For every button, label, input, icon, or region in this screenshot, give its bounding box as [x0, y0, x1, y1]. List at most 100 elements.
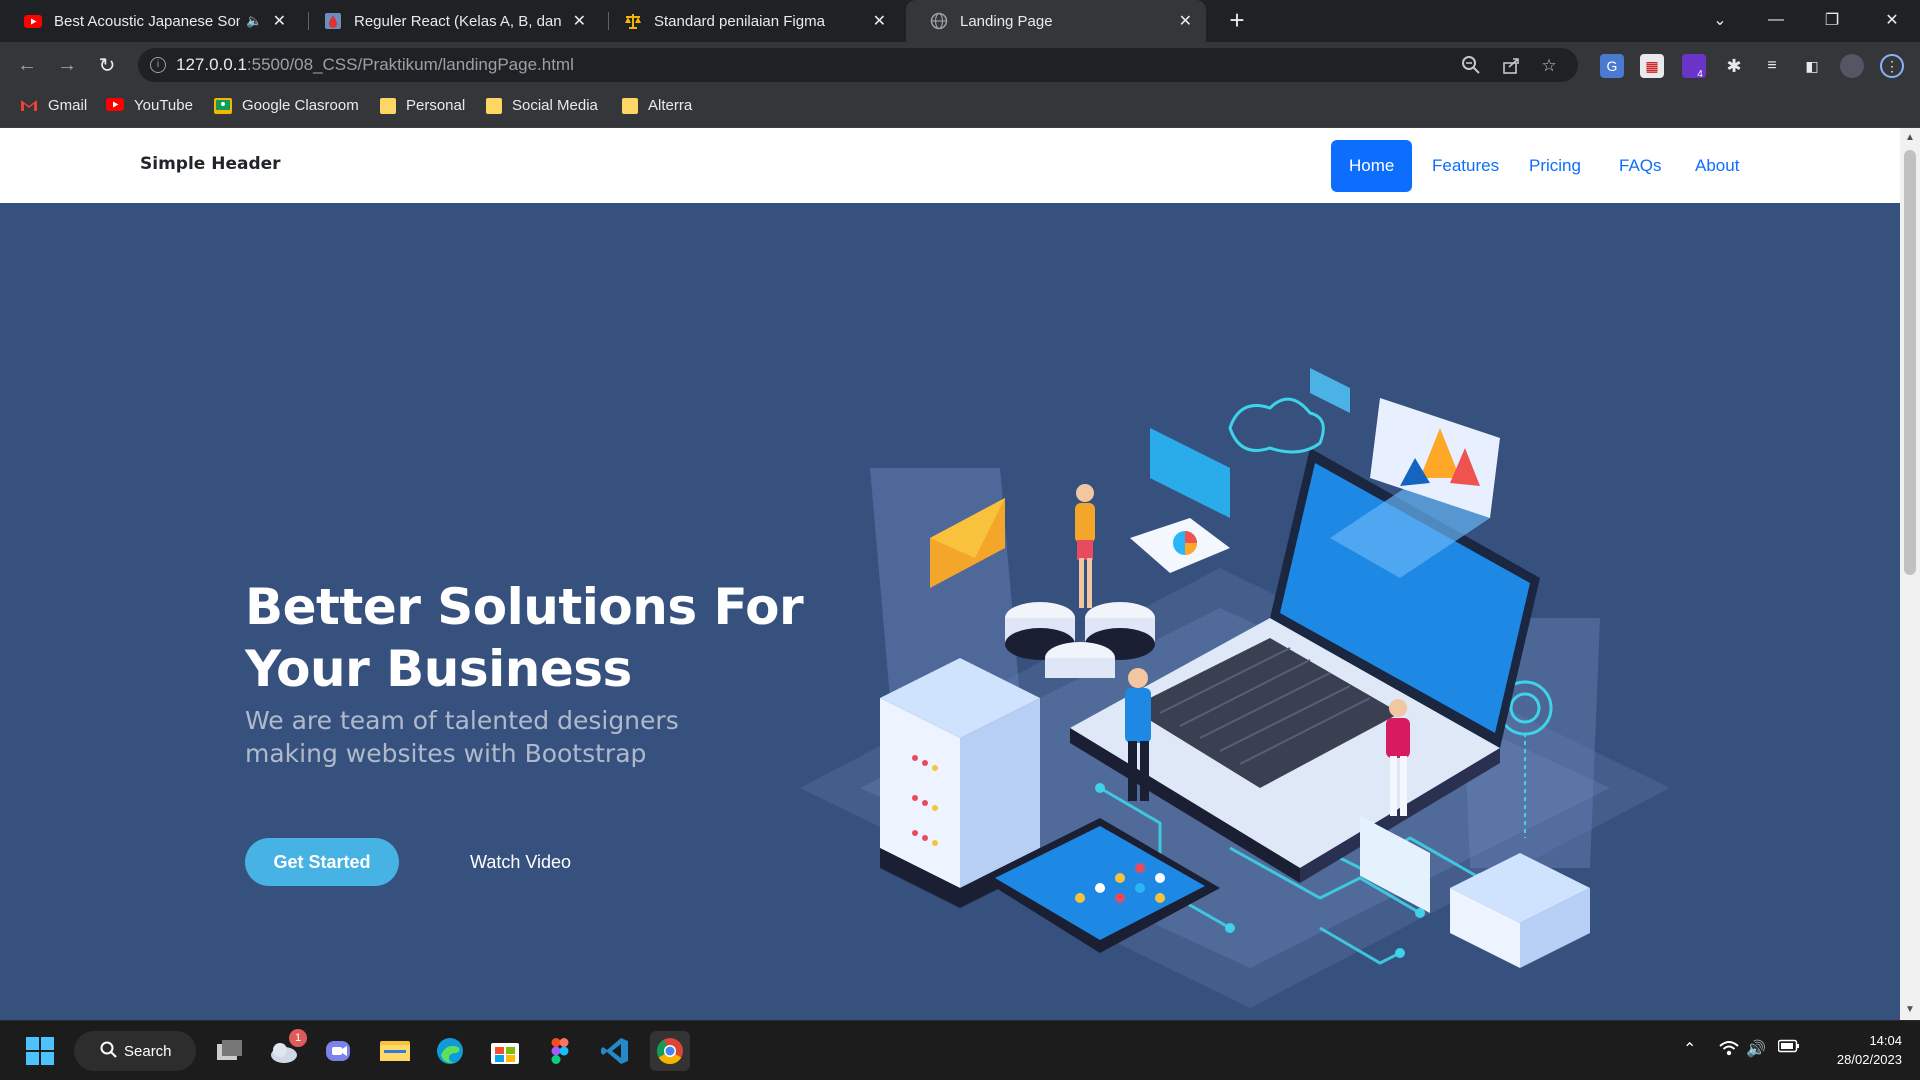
tab-search-icon[interactable]: ⌄: [1692, 0, 1748, 40]
bookmark-label: Google Clasroom: [242, 97, 359, 114]
taskbar: Search 1 ⌃ 🔊 14:04 28/02/2023: [0, 1020, 1920, 1080]
bookmark-label: Alterra: [648, 97, 693, 114]
bookmark-personal[interactable]: Personal: [380, 97, 465, 114]
minimize-button[interactable]: —: [1748, 0, 1804, 40]
watch-video-link[interactable]: Watch Video: [470, 850, 571, 874]
taskbar-clock[interactable]: 14:04 28/02/2023: [1812, 1031, 1902, 1069]
window-close-button[interactable]: ✕: [1864, 0, 1920, 40]
bookmark-google-classroom[interactable]: Google Clasroom: [214, 97, 359, 114]
tab-figma[interactable]: Standard penilaian Figma ✕: [600, 0, 900, 42]
address-bar[interactable]: i 127.0.0.1 :5500/08_CSS/Praktikum/landi…: [138, 48, 1578, 82]
close-icon[interactable]: ✕: [873, 11, 886, 31]
url-path: :5500/08_CSS/Praktikum/landingPage.html: [246, 55, 574, 74]
tray-overflow-icon[interactable]: ⌃: [1683, 1039, 1696, 1059]
puzzle-icon[interactable]: ✱: [1722, 54, 1746, 78]
scrollbar-thumb[interactable]: [1904, 150, 1916, 575]
close-icon[interactable]: ✕: [573, 11, 586, 31]
file-explorer-icon[interactable]: [375, 1031, 415, 1071]
vscode-icon[interactable]: [595, 1031, 635, 1071]
tab-title: Standard penilaian Figma: [654, 12, 825, 30]
gmail-icon: [20, 98, 38, 114]
get-started-button[interactable]: Get Started: [245, 838, 399, 886]
restore-button[interactable]: ❐: [1804, 0, 1860, 40]
clock-time: 14:04: [1869, 1033, 1902, 1048]
nav-pricing[interactable]: Pricing: [1511, 140, 1599, 192]
site-info-icon[interactable]: i: [150, 57, 166, 73]
browser-tab-strip: Best Acoustic Japanese Song 🔈 ✕ Reguler …: [0, 0, 1920, 42]
extension-badge-count: 4: [1697, 69, 1703, 80]
youtube-icon: [24, 12, 42, 30]
hero-title: Better Solutions For Your Business: [245, 578, 804, 698]
tab-title: Reguler React (Kelas A, B, dan C): [354, 12, 563, 30]
volume-icon[interactable]: 🔊: [1746, 1039, 1766, 1059]
site-header: Simple Header Home Features Pricing FAQs…: [0, 128, 1900, 203]
edge-icon[interactable]: [430, 1031, 470, 1071]
folder-icon: [380, 97, 396, 114]
figma-icon[interactable]: [540, 1031, 580, 1071]
teams-chat-icon[interactable]: [320, 1031, 360, 1071]
media-control-icon[interactable]: ≡: [1760, 54, 1784, 78]
globe-icon: [930, 12, 948, 30]
browser-toolbar: ← → ↻ i 127.0.0.1 :5500/08_CSS/Praktikum…: [0, 42, 1920, 88]
profile-avatar[interactable]: [1840, 54, 1864, 78]
share-icon[interactable]: [1500, 55, 1522, 77]
bookmarks-bar: Gmail YouTube Google Clasroom Personal S…: [0, 88, 1920, 128]
speaker-icon[interactable]: 🔈: [246, 13, 262, 29]
extension-badge-icon[interactable]: 4: [1682, 54, 1706, 80]
hero-subtitle: We are team of talented designers making…: [245, 706, 679, 768]
folder-icon: [622, 97, 638, 114]
nav-about[interactable]: About: [1677, 140, 1757, 192]
battery-icon[interactable]: [1777, 1039, 1800, 1058]
taskbar-search[interactable]: Search: [74, 1031, 196, 1071]
chrome-icon[interactable]: [650, 1031, 690, 1071]
folder-icon: [486, 97, 502, 114]
notification-badge: 1: [289, 1029, 307, 1047]
nav-features[interactable]: Features: [1414, 140, 1517, 192]
new-tab-button[interactable]: +: [1222, 6, 1252, 36]
search-icon: [100, 1041, 118, 1063]
close-icon[interactable]: ✕: [1179, 11, 1192, 31]
clock-date: 28/02/2023: [1836, 1052, 1902, 1067]
bookmark-label: YouTube: [134, 97, 193, 114]
zoom-icon[interactable]: [1460, 55, 1482, 77]
tab-react[interactable]: Reguler React (Kelas A, B, dan C) ✕: [300, 0, 600, 42]
microsoft-store-icon[interactable]: [485, 1031, 525, 1071]
bookmark-alterra[interactable]: Alterra: [622, 97, 692, 114]
forward-icon[interactable]: →: [52, 50, 82, 80]
site-brand[interactable]: Simple Header: [140, 154, 281, 174]
bookmark-gmail[interactable]: Gmail: [20, 97, 87, 114]
bookmark-label: Gmail: [48, 97, 88, 114]
bookmark-label: Social Media: [512, 97, 598, 114]
bookmark-youtube[interactable]: YouTube: [106, 97, 193, 114]
weather-icon[interactable]: 1: [265, 1029, 307, 1071]
page-viewport: Simple Header Home Features Pricing FAQs…: [0, 128, 1900, 1020]
menu-kebab-icon[interactable]: ⋮: [1880, 54, 1904, 78]
back-icon[interactable]: ←: [12, 50, 42, 80]
tab-title: Landing Page: [960, 12, 1053, 30]
reload-icon[interactable]: ↻: [92, 50, 122, 80]
youtube-icon: [106, 97, 124, 114]
scroll-up-icon[interactable]: ▲: [1904, 132, 1916, 144]
tab-youtube[interactable]: Best Acoustic Japanese Song 🔈 ✕: [0, 0, 300, 42]
search-label: Search: [124, 1042, 172, 1060]
windows-start-icon[interactable]: [20, 1031, 60, 1071]
calendar-extension-icon[interactable]: ▦: [1640, 54, 1664, 78]
side-panel-icon[interactable]: ◧: [1800, 54, 1824, 78]
close-icon[interactable]: ✕: [273, 11, 286, 31]
classroom-icon: [214, 97, 232, 114]
tab-title: Best Acoustic Japanese Song: [54, 12, 241, 30]
translate-icon[interactable]: G: [1600, 54, 1624, 78]
drop-icon: [324, 12, 342, 30]
bookmark-label: Personal: [406, 97, 466, 114]
nav-home[interactable]: Home: [1331, 140, 1413, 192]
bookmark-star-icon[interactable]: ☆: [1538, 55, 1560, 77]
bookmark-social-media[interactable]: Social Media: [486, 97, 598, 114]
hero-illustration: [800, 368, 1670, 1008]
scroll-down-icon[interactable]: ▼: [1904, 1004, 1916, 1016]
tab-landing-page[interactable]: Landing Page ✕: [906, 0, 1206, 42]
wifi-icon[interactable]: [1718, 1039, 1740, 1062]
task-view-icon[interactable]: [210, 1031, 250, 1071]
nav-faqs[interactable]: FAQs: [1601, 140, 1680, 192]
scale-icon: [624, 12, 642, 30]
url-host: 127.0.0.1: [176, 55, 247, 74]
